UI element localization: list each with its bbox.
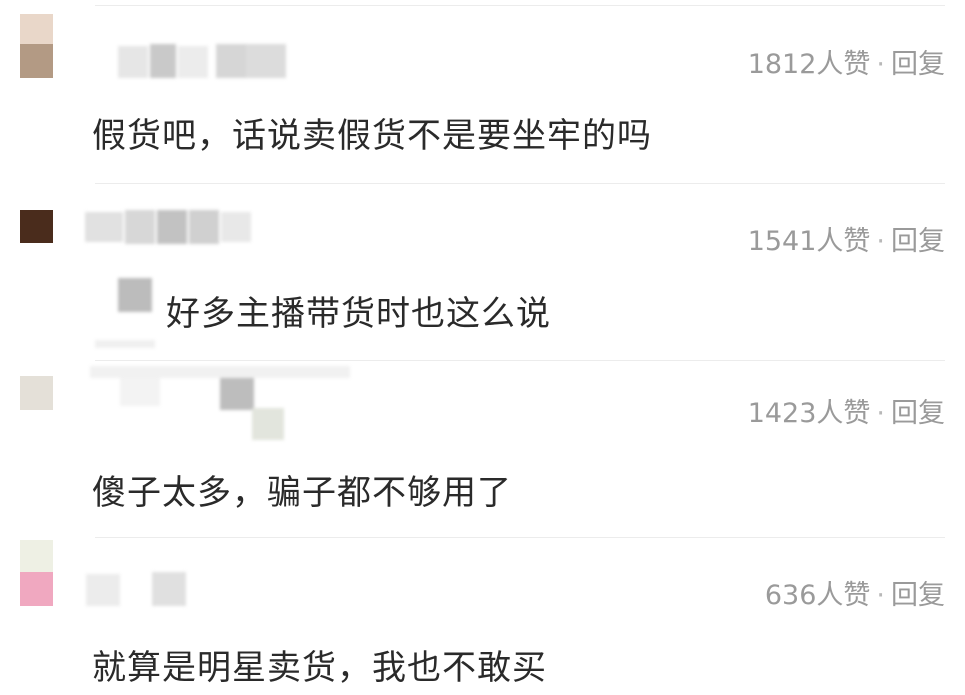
divider bbox=[95, 360, 945, 361]
like-count-value: 1423 bbox=[747, 398, 817, 429]
comment-meta: 1812人赞 · 回复 bbox=[748, 42, 945, 81]
username-blurred[interactable] bbox=[118, 44, 288, 78]
reply-button[interactable]: 回复 bbox=[891, 580, 945, 611]
like-count-value: 1812 bbox=[747, 49, 817, 80]
like-label: 人赞 bbox=[816, 49, 871, 80]
comment-text: 傻子太多，骗子都不够用了 bbox=[92, 473, 512, 513]
like-count[interactable]: 1541人赞 bbox=[748, 226, 871, 257]
like-label: 人赞 bbox=[816, 398, 871, 429]
meta-separator: · bbox=[876, 49, 885, 80]
like-label: 人赞 bbox=[816, 226, 871, 257]
meta-separator: · bbox=[876, 226, 885, 257]
divider-top bbox=[95, 5, 945, 6]
comment-text: 就算是明星卖货，我也不敢买 bbox=[92, 648, 547, 688]
comment-meta: 636人赞 · 回复 bbox=[765, 573, 945, 612]
avatar[interactable] bbox=[20, 14, 53, 78]
like-count[interactable]: 636人赞 bbox=[765, 580, 871, 611]
username-blurred[interactable] bbox=[85, 210, 255, 244]
blurred-line bbox=[95, 340, 155, 348]
reply-button[interactable]: 回复 bbox=[891, 398, 945, 429]
like-count-value: 1541 bbox=[747, 226, 817, 257]
avatar[interactable] bbox=[20, 376, 53, 410]
username-blurred[interactable] bbox=[86, 572, 196, 606]
like-label: 人赞 bbox=[816, 580, 871, 611]
like-count[interactable]: 1812人赞 bbox=[748, 49, 871, 80]
comment-meta: 1541人赞 · 回复 bbox=[748, 219, 945, 258]
avatar[interactable] bbox=[20, 210, 53, 243]
meta-separator: · bbox=[876, 580, 885, 611]
reply-target-blurred bbox=[118, 278, 152, 312]
divider bbox=[95, 537, 945, 538]
meta-separator: · bbox=[876, 398, 885, 429]
like-count[interactable]: 1423人赞 bbox=[748, 398, 871, 429]
reply-button[interactable]: 回复 bbox=[891, 226, 945, 257]
comment-meta: 1423人赞 · 回复 bbox=[748, 391, 945, 430]
like-count-value: 636 bbox=[764, 580, 817, 611]
reply-button[interactable]: 回复 bbox=[891, 49, 945, 80]
divider bbox=[95, 183, 945, 184]
username-blurred[interactable] bbox=[90, 366, 360, 441]
comment-text: 好多主播带货时也这么说 bbox=[166, 294, 551, 334]
avatar[interactable] bbox=[20, 540, 53, 606]
comment-text: 假货吧，话说卖假货不是要坐牢的吗 bbox=[92, 116, 652, 156]
